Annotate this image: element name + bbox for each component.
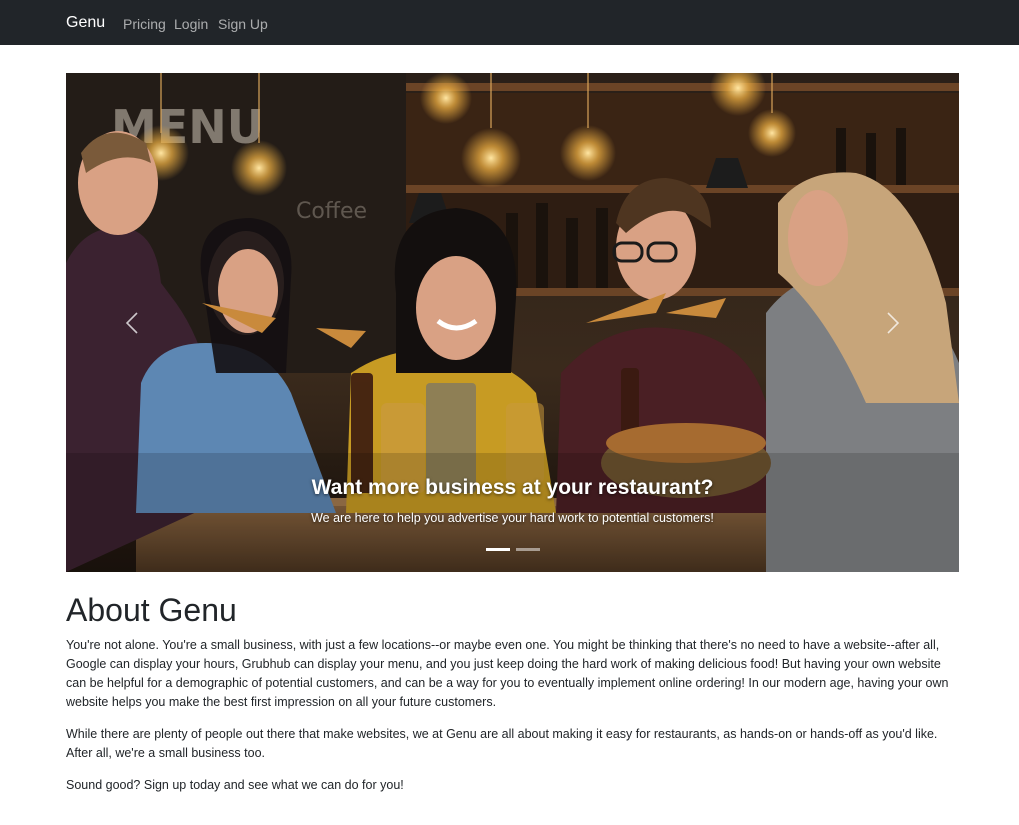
about-paragraph-2: While there are plenty of people out the… <box>66 727 938 760</box>
about-title: About Genu <box>66 592 237 628</box>
chevron-left-icon <box>125 311 138 334</box>
brand-link[interactable]: Genu <box>66 13 105 33</box>
carousel-caption-text: We are here to help you advertise your h… <box>311 511 714 525</box>
nav-link-sign-up[interactable]: Sign Up <box>218 15 268 33</box>
nav-link-login[interactable]: Login <box>174 15 208 33</box>
svg-text:Coffee: Coffee <box>296 199 367 224</box>
about-section: About Genu You're not alone. You're a sm… <box>66 590 961 808</box>
nav-link-pricing[interactable]: Pricing <box>123 15 166 33</box>
carousel-indicator-1[interactable] <box>486 548 510 551</box>
hero-carousel: MENU Coffee Want more business at your r… <box>66 73 959 572</box>
top-navbar: Genu Pricing Login Sign Up <box>0 0 1019 45</box>
carousel-indicator-2[interactable] <box>516 548 540 551</box>
about-paragraph-3: Sound good? Sign up today and see what w… <box>66 778 404 792</box>
carousel-caption: Want more business at your restaurant? W… <box>66 475 959 527</box>
about-paragraph-1: You're not alone. You're a small busines… <box>66 638 949 709</box>
carousel-indicators <box>486 548 540 551</box>
chevron-right-icon <box>887 311 900 334</box>
carousel-caption-title: Want more business at your restaurant? <box>311 476 714 499</box>
